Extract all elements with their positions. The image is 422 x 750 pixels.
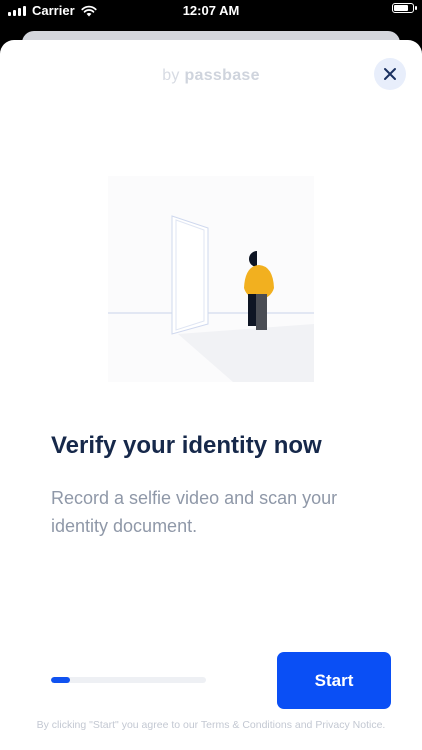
progress-fill: [51, 677, 70, 683]
progress-bar: [51, 677, 206, 683]
disclaimer-and: and: [294, 719, 313, 731]
start-button[interactable]: Start: [277, 652, 391, 709]
status-time: 12:07 AM: [182, 3, 240, 18]
page-title: Verify your identity now: [51, 432, 322, 459]
close-button[interactable]: [374, 58, 406, 90]
disclaimer-prefix: By clicking "Start" you agree to our: [36, 719, 199, 731]
brand-name: passbase: [184, 67, 260, 84]
verification-sheet: by passbase Verify your identity now Rec…: [0, 40, 422, 750]
brand-prefix: by: [162, 67, 180, 84]
selfie-illustration: [108, 176, 314, 382]
phone-outline: [171, 215, 209, 335]
terms-link[interactable]: Terms & Conditions: [201, 719, 292, 731]
privacy-link[interactable]: Privacy Notice.: [315, 719, 385, 731]
battery-icon: [392, 3, 417, 13]
disclaimer: By clicking "Start" you agree to our Ter…: [0, 719, 422, 731]
brand-label: by passbase: [0, 67, 422, 85]
status-bar: Carrier 12:07 AM: [0, 0, 422, 22]
close-icon: [384, 68, 396, 80]
person-legs-grey: [256, 294, 267, 330]
person-legs-dark: [248, 294, 256, 326]
page-subtitle: Record a selfie video and scan your iden…: [51, 488, 338, 536]
